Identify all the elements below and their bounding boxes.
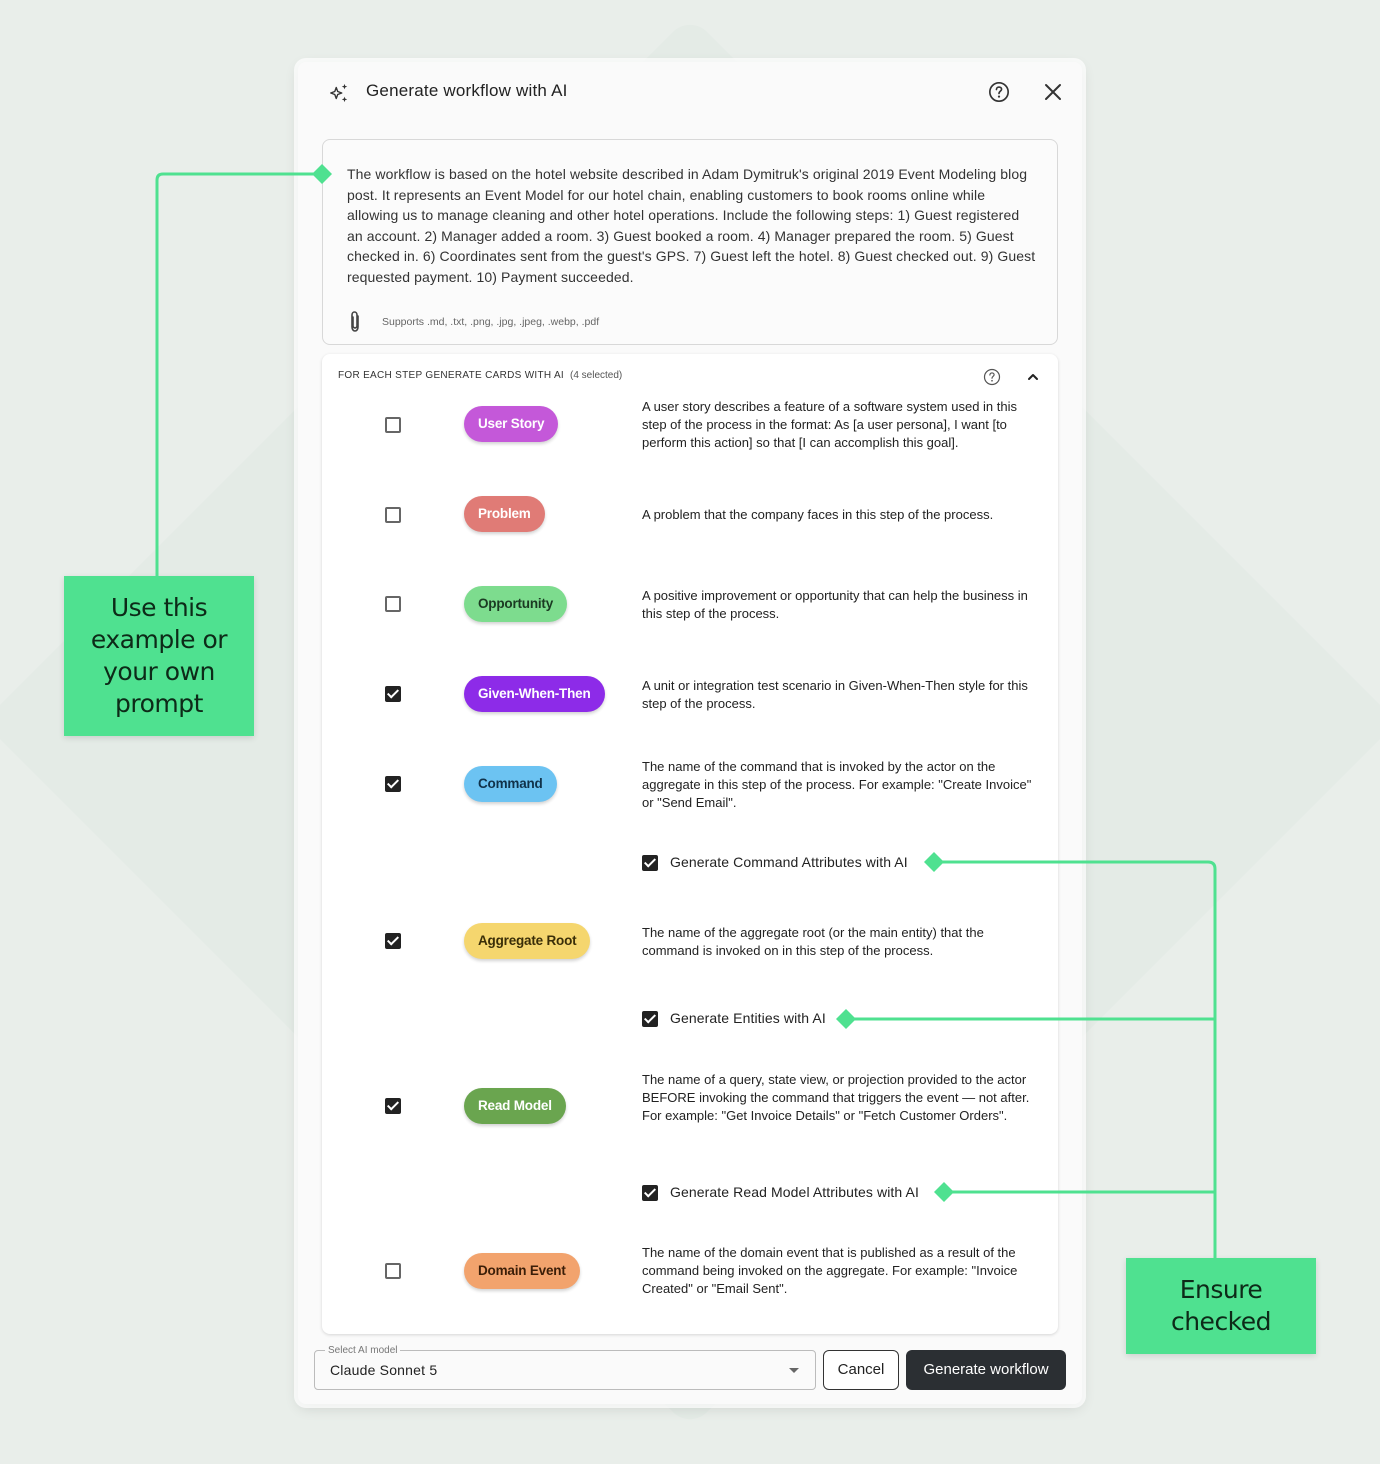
opportunity-checkbox[interactable] (385, 596, 401, 612)
paperclip-icon[interactable] (347, 310, 363, 334)
user-story-checkbox[interactable] (385, 417, 401, 433)
card-types-panel: FOR EACH STEP GENERATE CARDS WITH AI (4 s… (322, 354, 1058, 1334)
selected-count: (4 selected) (570, 370, 623, 381)
user-story-description: A user story describes a feature of a so… (642, 399, 1018, 450)
cancel-button[interactable]: Cancel (823, 1350, 899, 1390)
aggregate-root-card-chip: Aggregate Root (464, 923, 591, 959)
generate-command-attributes-checkbox[interactable] (642, 855, 658, 871)
generate-entities-checkbox[interactable] (642, 1011, 658, 1027)
read-model-card-chip: Read Model (464, 1088, 566, 1124)
read-model-description: The name of a query, state view, or proj… (642, 1072, 1030, 1123)
problem-checkbox[interactable] (385, 507, 401, 523)
card-types-heading-text: FOR EACH STEP GENERATE CARDS WITH AI (338, 370, 565, 381)
aggregate-root-checkbox[interactable] (385, 933, 401, 949)
opportunity-description: A positive improvement or opportunity th… (642, 588, 1028, 621)
domain-event-card-chip: Domain Event (464, 1253, 580, 1289)
prompt-input[interactable]: The workflow is based on the hotel websi… (322, 139, 1058, 345)
command-checkbox[interactable] (385, 776, 401, 792)
chevron-up-icon[interactable] (1026, 370, 1040, 384)
generate-read-model-attributes-checkbox[interactable] (642, 1185, 658, 1201)
annotation-use-example: Use this example or your own prompt (64, 576, 254, 736)
dropdown-arrow-icon (789, 1368, 799, 1373)
ai-model-select-label: Select AI model (325, 1345, 401, 1356)
user-story-card-chip: User Story (464, 406, 559, 442)
generate-command-attributes-label: Generate Command Attributes with AI (670, 854, 908, 870)
generate-entities-label: Generate Entities with AI (670, 1010, 826, 1026)
domain-event-description: The name of the domain event that is pub… (642, 1245, 1018, 1296)
generate-workflow-button[interactable]: Generate workflow (906, 1350, 1066, 1390)
card-types-heading: FOR EACH STEP GENERATE CARDS WITH AI (4 s… (338, 370, 622, 381)
close-icon[interactable] (1044, 83, 1062, 101)
aggregate-root-description: The name of the aggregate root (or the m… (642, 925, 984, 958)
ai-model-select[interactable]: Claude Sonnet 5 (314, 1350, 816, 1390)
prompt-text[interactable]: The workflow is based on the hotel websi… (347, 164, 1037, 288)
help-icon[interactable] (983, 368, 1001, 386)
generate-read-model-attributes-label: Generate Read Model Attributes with AI (670, 1184, 919, 1200)
supported-file-types: Supports .md, .txt, .png, .jpg, .jpeg, .… (382, 316, 600, 328)
ai-model-value: Claude Sonnet 5 (330, 1362, 438, 1378)
given-when-then-card-chip: Given-When-Then (464, 676, 605, 712)
opportunity-card-chip: Opportunity (464, 586, 568, 622)
problem-card-chip: Problem (464, 496, 545, 532)
dialog-title: Generate workflow with AI (366, 81, 568, 100)
command-card-chip: Command (464, 766, 557, 802)
annotation-ensure-checked: Ensure checked (1126, 1258, 1316, 1354)
generate-workflow-dialog: Generate workflow with AI The workflow i… (298, 62, 1082, 1404)
read-model-checkbox[interactable] (385, 1098, 401, 1114)
sparkle-icon (330, 83, 348, 103)
problem-description: A problem that the company faces in this… (642, 507, 994, 522)
given-when-then-checkbox[interactable] (385, 686, 401, 702)
command-description: The name of the command that is invoked … (642, 759, 1032, 810)
dialog-header: Generate workflow with AI (298, 62, 1082, 122)
help-icon[interactable] (988, 81, 1010, 103)
domain-event-checkbox[interactable] (385, 1263, 401, 1279)
given-when-then-description: A unit or integration test scenario in G… (642, 678, 1028, 711)
